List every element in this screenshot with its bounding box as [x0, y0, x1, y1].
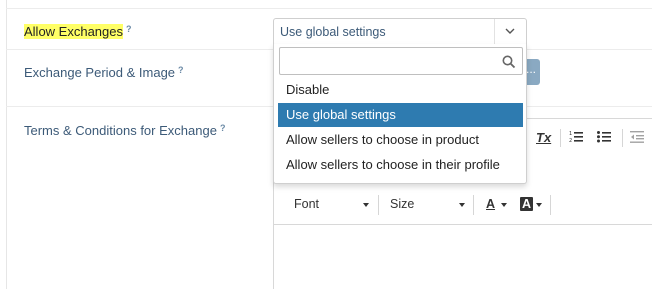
dropdown-option-choose-in-product[interactable]: Allow sellers to choose in product — [278, 128, 523, 152]
dropdown-option-choose-in-profile[interactable]: Allow sellers to choose in their profile — [278, 153, 523, 177]
terms-label-text: Terms & Conditions for Exchange — [24, 123, 217, 138]
chevron-down-icon — [505, 28, 515, 34]
help-icon[interactable]: ? — [126, 24, 132, 34]
search-icon — [502, 55, 516, 69]
terms-label: Terms & Conditions for Exchange? — [24, 123, 225, 138]
svg-text:1: 1 — [569, 131, 572, 137]
select-value: Use global settings — [280, 25, 386, 39]
row-divider — [6, 8, 652, 9]
background-color-icon: A — [520, 197, 534, 211]
font-combo-label: Font — [294, 197, 320, 211]
text-color-button[interactable]: A — [486, 197, 507, 211]
allow-exchanges-select[interactable]: Use global settings — [273, 18, 527, 45]
dropdown-option-use-global[interactable]: Use global settings — [278, 103, 523, 127]
svg-text:2: 2 — [569, 138, 572, 143]
help-icon[interactable]: ? — [220, 123, 226, 133]
bulleted-list-icon[interactable] — [597, 130, 611, 146]
size-combo[interactable]: Size — [390, 197, 465, 211]
more-label: ... — [525, 62, 536, 76]
chevron-down-icon — [459, 203, 465, 207]
size-combo-label: Size — [390, 197, 415, 211]
allow-exchanges-label-text: Allow Exchanges — [24, 24, 123, 39]
select-toggle[interactable] — [494, 19, 526, 44]
text-color-icon: A — [486, 197, 496, 211]
select-dropdown: Disable Use global settings Allow seller… — [273, 44, 527, 184]
toolbar-separator — [560, 129, 561, 147]
numbered-list-icon[interactable]: 12 — [569, 130, 583, 146]
dropdown-search-input[interactable] — [279, 47, 523, 75]
dropdown-option-disable[interactable]: Disable — [278, 78, 523, 102]
chevron-down-icon — [363, 203, 369, 207]
panel-left-border — [6, 0, 7, 289]
allow-exchanges-label: Allow Exchanges? — [24, 24, 132, 39]
exchange-period-label: Exchange Period & Image? — [24, 65, 184, 80]
clear-format-icon[interactable]: Tx — [536, 130, 551, 145]
outdent-icon[interactable] — [630, 130, 644, 146]
editor-toolbar-row-2: Font Size A A — [274, 189, 652, 225]
background-color-button[interactable]: A — [520, 197, 542, 211]
chevron-down-icon — [501, 203, 507, 207]
help-icon[interactable]: ? — [178, 65, 184, 75]
toolbar-separator — [550, 195, 551, 215]
exchange-period-label-text: Exchange Period & Image — [24, 65, 176, 80]
toolbar-separator — [622, 129, 623, 147]
font-combo[interactable]: Font — [294, 197, 369, 211]
chevron-down-icon — [536, 203, 542, 207]
toolbar-separator — [378, 195, 379, 215]
toolbar-separator — [473, 195, 474, 215]
